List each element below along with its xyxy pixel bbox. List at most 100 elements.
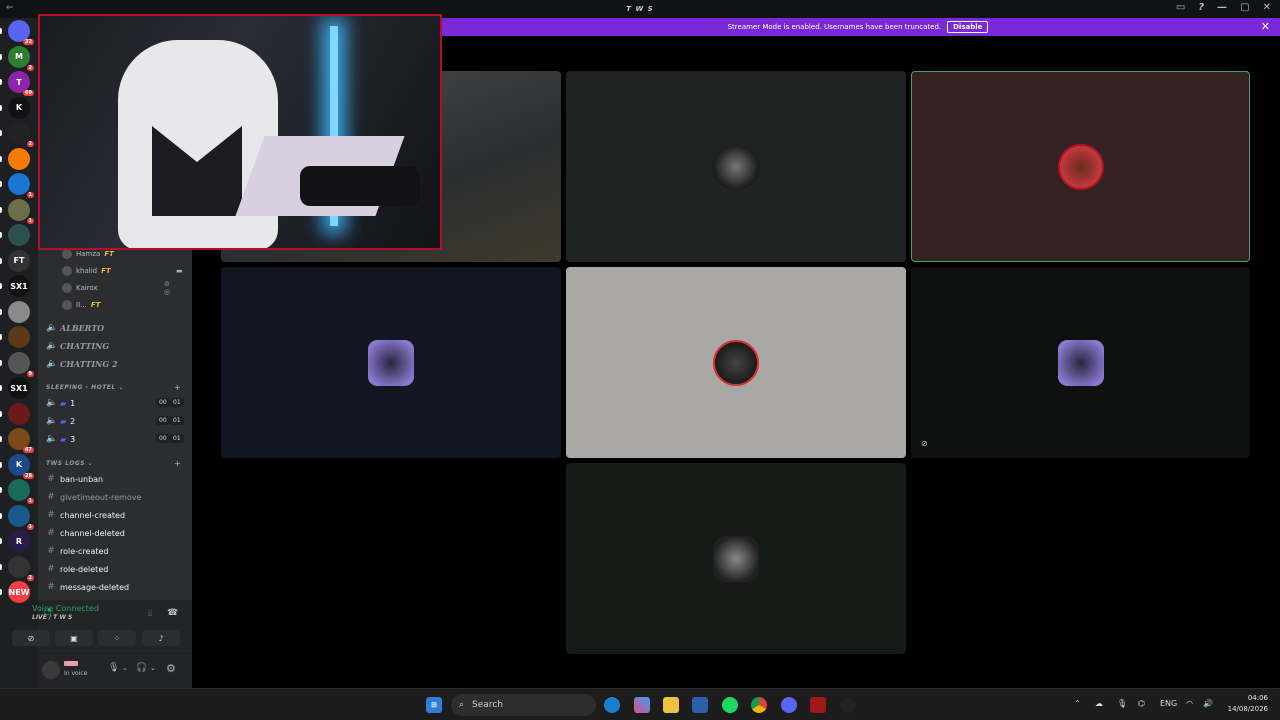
edge-icon[interactable] (604, 697, 620, 713)
video-tile-user[interactable] (566, 71, 906, 262)
category-tws-logs[interactable]: TWS LOGS ⌄ + (46, 459, 181, 468)
server-icon[interactable]: 1 (8, 173, 34, 198)
video-tile-user[interactable] (566, 463, 906, 654)
disable-streamer-mode-button[interactable]: Disable (947, 21, 989, 33)
hash-icon: # (47, 492, 55, 502)
text-channel-role-created[interactable]: # role-created (46, 546, 108, 556)
spotify-icon[interactable] (722, 697, 738, 713)
voice-member[interactable]: khalid FT ▬ (62, 266, 183, 276)
server-icon[interactable]: 47 (8, 428, 34, 453)
obs-icon[interactable] (840, 697, 856, 713)
server-icon[interactable]: M2 (8, 45, 34, 71)
text-channel-channel-deleted[interactable]: # channel-deleted (46, 528, 125, 538)
direct-messages-icon[interactable]: 32 (8, 20, 34, 45)
banner-close-icon[interactable]: ✕ (1261, 20, 1270, 33)
text-channel-message-deleted[interactable]: # message-deleted (46, 582, 129, 592)
activities-button[interactable]: ⁘ (98, 630, 136, 646)
store-icon[interactable] (692, 697, 708, 713)
language-indicator[interactable]: ENG (1160, 699, 1177, 708)
discord-icon[interactable] (781, 697, 797, 713)
maximize-button[interactable]: ▢ (1240, 2, 1250, 13)
text-channel-givetimeout-remove[interactable]: # givetimeout-remove (46, 492, 141, 502)
text-channel-channel-created[interactable]: # channel-created (46, 510, 125, 520)
server-icon[interactable] (8, 224, 30, 246)
server-icon[interactable]: NEW (8, 581, 30, 603)
server-icon[interactable]: SX1 (8, 377, 30, 399)
back-arrow-icon[interactable]: ← (6, 3, 15, 13)
chevron-down-icon[interactable]: ⌄ (150, 664, 156, 672)
system-clock[interactable]: 04:06 14/08/2026 (1228, 693, 1268, 715)
chevron-up-icon[interactable]: ⌃ (1074, 699, 1081, 708)
chrome-icon[interactable] (751, 697, 767, 713)
server-icon[interactable] (8, 147, 30, 170)
settings-gear-icon[interactable]: ⚙ (166, 662, 176, 675)
voice-connected-status[interactable]: Voice Connected (32, 604, 99, 613)
server-icon[interactable]: FT (8, 249, 30, 272)
server-icon[interactable]: 1 (8, 504, 34, 530)
muted-icon: ⊘ ◎ (164, 280, 171, 296)
video-tile-user[interactable] (221, 267, 561, 458)
server-icon[interactable] (8, 402, 30, 425)
voice-channel-name[interactable]: LIVE / T W S (32, 614, 72, 621)
server-icon[interactable] (8, 300, 30, 323)
close-window-button[interactable]: ✕ (1263, 2, 1272, 13)
voice-app-icon[interactable] (810, 697, 826, 713)
server-icon[interactable]: K (8, 96, 30, 119)
voice-member[interactable]: Hamza FT (62, 249, 114, 259)
wifi-icon[interactable]: ◠ (1186, 699, 1193, 708)
server-icon[interactable]: 2 (8, 122, 34, 147)
hotel-room-3[interactable]: 🔈 ▰ 3 (46, 434, 75, 444)
server-icon[interactable]: R (8, 530, 30, 552)
hotel-room-2[interactable]: 🔈 ▰ 2 (46, 416, 75, 426)
hotel-room-1[interactable]: 🔈 ▰ 1 (46, 398, 75, 408)
voice-member[interactable]: II... FT (62, 300, 100, 310)
copilot-icon[interactable] (634, 697, 650, 713)
camera-off-button[interactable]: ⊘ (12, 630, 50, 646)
hash-icon: # (47, 564, 55, 574)
network-icon[interactable]: ⌬ (1138, 699, 1145, 708)
text-channel-role-deleted[interactable]: # role-deleted (46, 564, 108, 574)
unread-indicator (0, 130, 2, 136)
server-icon[interactable]: 1 (8, 198, 34, 224)
soundboard-button[interactable]: ♪ (142, 630, 180, 646)
volume-icon[interactable]: 🔊 (1203, 699, 1213, 708)
voice-member[interactable]: Kairox ⊘ ◎ (62, 280, 170, 296)
voice-channel-chatting-2[interactable]: 🔈 CHATTING 2 (46, 359, 118, 369)
inbox-icon[interactable]: ▭ (1176, 2, 1186, 13)
voice-channel-chatting[interactable]: 🔈 CHATTING (46, 341, 109, 351)
server-icon[interactable]: 1 (8, 479, 34, 504)
video-tile-speaking[interactable] (911, 71, 1250, 262)
unread-indicator (0, 79, 2, 85)
chevron-down-icon[interactable]: ⌄ (122, 664, 128, 672)
server-icon[interactable]: 9 (8, 351, 34, 377)
video-tile-user[interactable] (566, 267, 906, 458)
server-icon[interactable]: T 69 (8, 71, 34, 96)
flag-icon: ▰ (60, 434, 67, 444)
webcam-overlay[interactable] (38, 14, 442, 250)
headphones-icon[interactable]: 🎧 (136, 663, 147, 673)
server-icon[interactable] (8, 326, 30, 348)
taskbar-search[interactable]: ⌕ Search (451, 694, 596, 716)
video-tile-user[interactable]: ⊘ (911, 267, 1250, 458)
category-sleeping-hotel[interactable]: SLEEPING - HOTEL ⌄ + (46, 383, 181, 392)
minimize-button[interactable]: — (1217, 2, 1228, 13)
noise-suppression-icon[interactable]: ⦙⦙ (148, 609, 152, 619)
text-channel-ban-unban[interactable]: # ban-unban (46, 474, 103, 484)
microphone-icon[interactable]: 🎙 (1117, 699, 1127, 708)
server-icon[interactable]: SX1 (8, 275, 30, 297)
start-button[interactable]: ⊞ (426, 697, 442, 713)
server-icon[interactable]: K 28 (8, 453, 34, 479)
microphone-icon[interactable]: 🎙 (108, 663, 119, 673)
help-icon[interactable]: ? (1198, 2, 1205, 13)
user-avatar (368, 339, 414, 386)
voice-channel-alberto[interactable]: 🔈 ALBERTO (46, 323, 104, 333)
unread-indicator (0, 206, 2, 213)
add-channel-icon[interactable]: + (174, 383, 181, 392)
avatar[interactable] (42, 661, 60, 679)
onedrive-icon[interactable]: ☁ (1095, 699, 1103, 708)
server-icon[interactable]: 2 (8, 555, 34, 581)
screen-share-button[interactable]: ▣ (55, 630, 93, 646)
file-explorer-icon[interactable] (663, 697, 679, 713)
disconnect-icon[interactable]: ☎ (167, 608, 178, 618)
add-channel-icon[interactable]: + (174, 459, 181, 468)
